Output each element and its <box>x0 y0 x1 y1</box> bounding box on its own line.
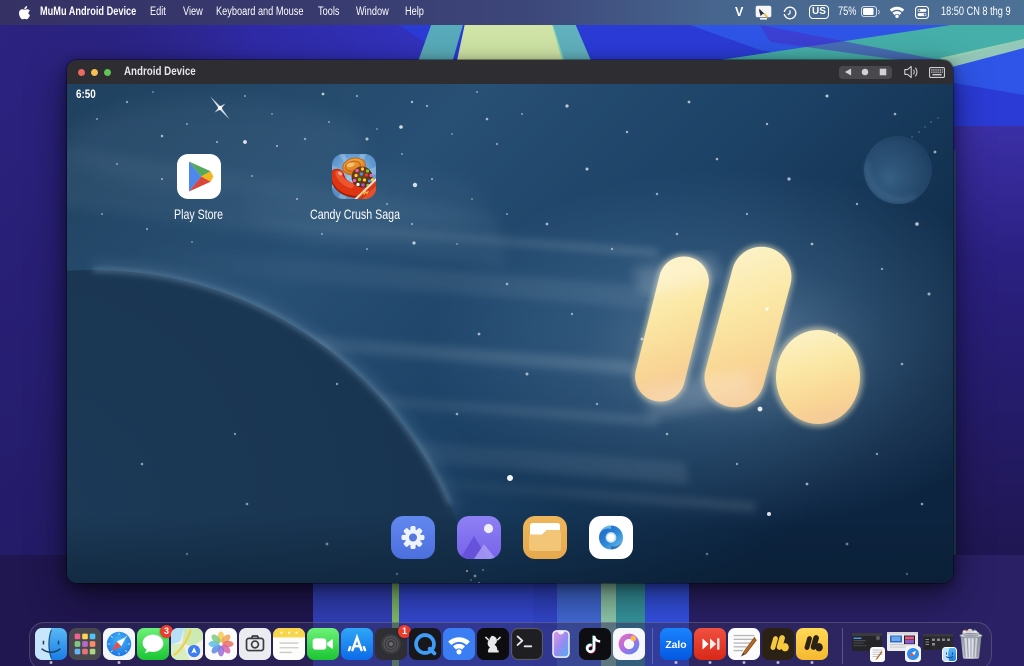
svg-text:Play Store: Play Store <box>174 206 223 222</box>
svg-text:Zalo: Zalo <box>665 640 686 651</box>
svg-text:Candy Crush Saga: Candy Crush Saga <box>310 206 400 222</box>
